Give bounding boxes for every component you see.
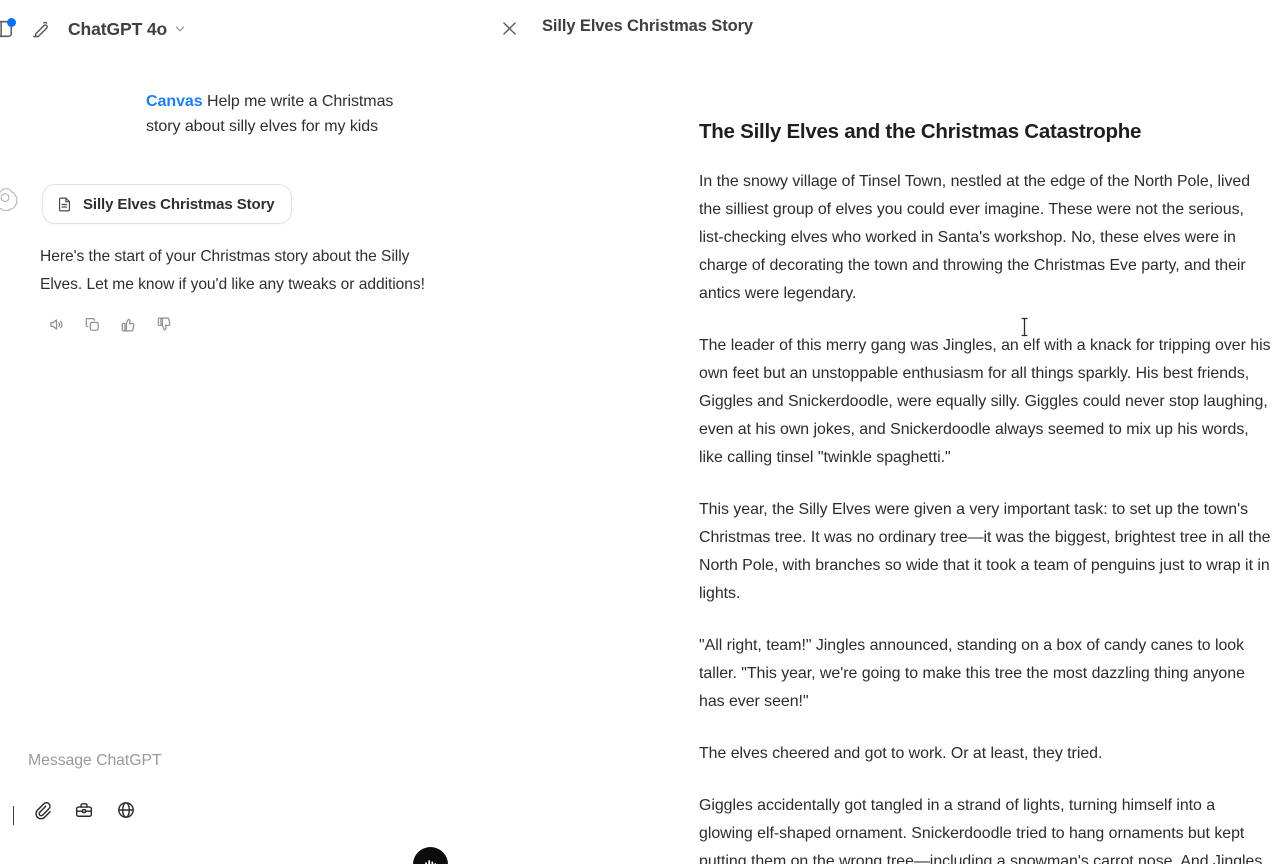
composer-area: Message ChatGPT: [0, 720, 672, 864]
thumbs-down-button[interactable]: [150, 310, 178, 338]
thumbs-down-icon: [157, 317, 170, 330]
globe-icon: [118, 802, 134, 818]
paperclip-icon: [35, 802, 51, 820]
notification-dot: [7, 18, 16, 27]
tools-button[interactable]: [68, 794, 100, 826]
canvas-paragraph: "All right, team!" Jingles announced, st…: [699, 637, 1245, 710]
sidebar-toggle-button[interactable]: [0, 14, 20, 44]
avatar: [0, 186, 18, 212]
canvas-paragraph: This year, the Silly Elves were given a …: [699, 501, 1271, 602]
close-icon: [502, 21, 516, 35]
thumbs-up-button[interactable]: [114, 310, 142, 338]
canvas-title-label: Silly Elves Christmas Story: [542, 17, 753, 35]
toolbox-icon: [75, 803, 93, 817]
new-chat-pencil-icon: [32, 21, 48, 37]
model-name-label: ChatGPT 4o: [68, 18, 168, 39]
thumbs-up-icon: [121, 318, 134, 331]
composer-tool-row: [26, 794, 142, 826]
chevron-down-icon: [173, 22, 187, 36]
speaker-icon: [49, 318, 62, 330]
message-input[interactable]: Message ChatGPT: [28, 750, 588, 772]
canvas-paragraph: The elves cheered and got to work. Or at…: [699, 745, 1103, 762]
composer[interactable]: Message ChatGPT: [14, 738, 654, 824]
message-actions: [42, 310, 178, 338]
chat-message-list[interactable]: Canvas Help me write a Christmas story a…: [0, 58, 672, 720]
top-bar: ChatGPT 4o Silly Elves Christmas Story: [0, 0, 1280, 58]
chat-column: Canvas Help me write a Christmas story a…: [0, 58, 672, 864]
read-aloud-button[interactable]: [42, 310, 70, 338]
canvas-document[interactable]: The Silly Elves and the Christmas Catast…: [699, 118, 1271, 864]
search-web-button[interactable]: [110, 794, 142, 826]
copy-icon: [85, 317, 99, 331]
openai-logo-icon: [0, 188, 18, 211]
canvas-paragraph: In the snowy village of Tinsel Town, nes…: [699, 173, 1251, 302]
model-picker-button[interactable]: ChatGPT 4o: [66, 13, 195, 45]
chatgpt-canvas-window: ChatGPT 4o Silly Elves Christmas Story C…: [0, 0, 1280, 864]
canvas-panel[interactable]: The Silly Elves and the Christmas Catast…: [672, 58, 1280, 864]
canvas-paragraph: The leader of this merry gang was Jingle…: [699, 337, 1271, 466]
canvas-close-button[interactable]: [494, 13, 524, 43]
canvas-document-chip[interactable]: Silly Elves Christmas Story: [42, 184, 292, 224]
text-caret: [13, 806, 15, 825]
attach-file-button[interactable]: [26, 794, 58, 826]
canvas-badge-label: Canvas: [146, 93, 203, 110]
canvas-document-title: The Silly Elves and the Christmas Catast…: [699, 120, 1142, 143]
document-icon: [56, 196, 73, 213]
canvas-document-chip-label: Silly Elves Christmas Story: [83, 195, 275, 213]
user-message-text: Canvas Help me write a Christmas story a…: [146, 90, 426, 139]
copy-button[interactable]: [78, 310, 106, 338]
new-chat-button[interactable]: [24, 13, 56, 45]
voice-waveform-icon: [425, 860, 437, 864]
assistant-message-text: Here's the start of your Christmas story…: [40, 248, 425, 293]
user-message: Canvas Help me write a Christmas story a…: [146, 90, 426, 139]
canvas-paragraph: Giggles accidentally got tangled in a st…: [699, 797, 1267, 864]
